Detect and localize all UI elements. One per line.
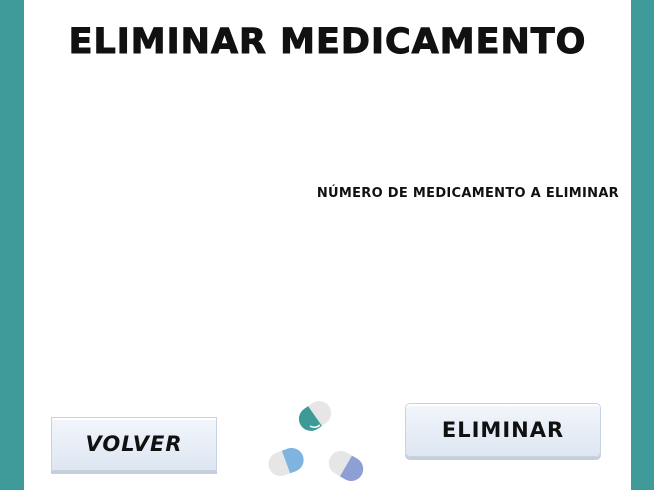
page-title: ELIMINAR MEDICAMENTO xyxy=(68,22,587,63)
delete-button[interactable]: ELIMINAR xyxy=(405,403,601,457)
main-panel: ELIMINAR MEDICAMENTO NÚMERO DE MEDICAMEN… xyxy=(24,0,631,490)
back-button[interactable]: VOLVER xyxy=(51,417,217,471)
pills-icon xyxy=(268,401,364,481)
medication-number-label: NÚMERO DE MEDICAMENTO A ELIMINAR xyxy=(316,186,619,201)
